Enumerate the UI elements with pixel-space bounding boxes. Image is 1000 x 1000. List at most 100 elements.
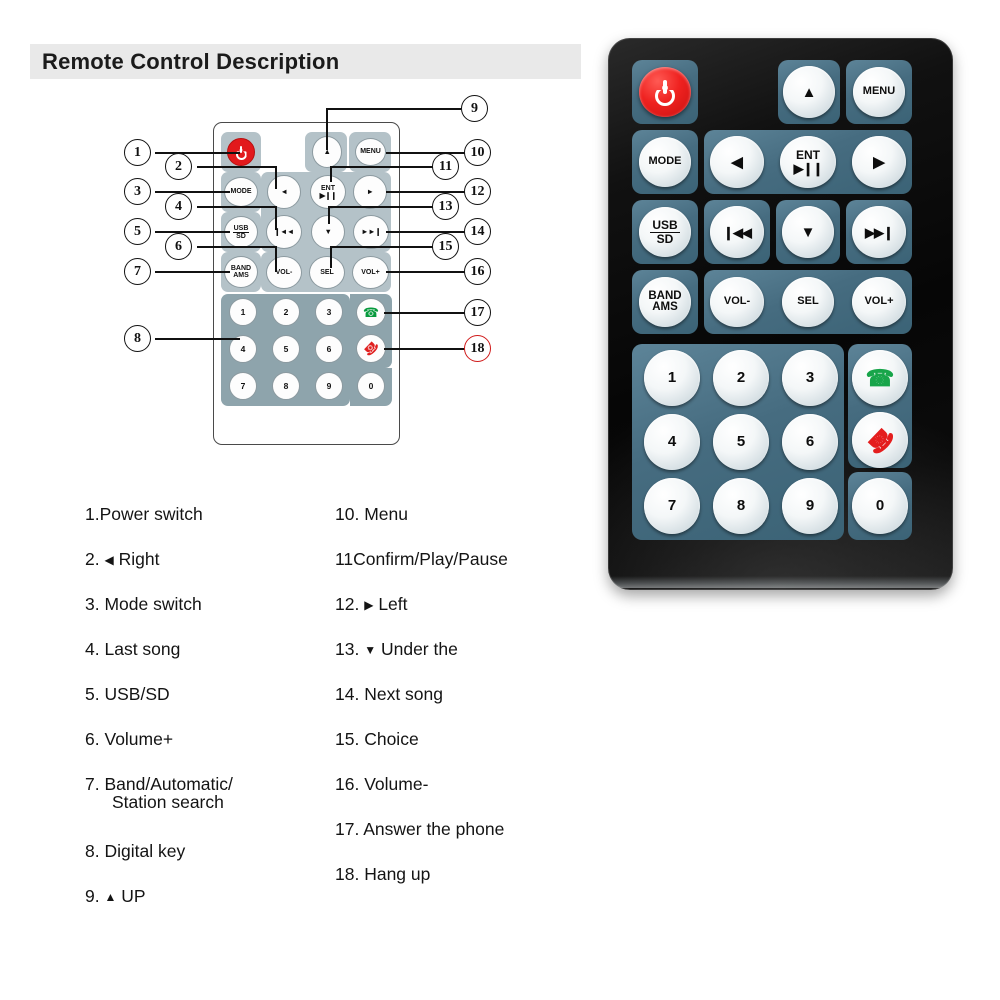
callout-8[interactable]: 8 <box>124 325 151 352</box>
photo-key-0-label: 0 <box>875 497 885 515</box>
photo-key-3[interactable]: 3 <box>782 350 838 406</box>
legend-item-2-num: 2. <box>85 549 100 569</box>
legend-item-16-text: Volume- <box>364 774 429 794</box>
legend-item-14-text: Next song <box>364 684 443 704</box>
diagram-button-answer[interactable]: ☎ <box>356 298 386 327</box>
legend-item-1-text: Power switch <box>99 504 203 524</box>
triangle-up-icon: ▲ <box>801 83 817 101</box>
diagram-button-bandams-label: BAND AMS <box>231 265 251 279</box>
diagram-key-3[interactable]: 3 <box>315 298 343 326</box>
photo-button-up[interactable]: ▲ <box>783 66 835 118</box>
diagram-key-8[interactable]: 8 <box>272 372 300 400</box>
diagram-button-hangup[interactable]: ☎ <box>356 334 386 363</box>
diagram-button-left[interactable]: ◄ <box>267 175 301 209</box>
callout-18[interactable]: 18 <box>464 335 491 362</box>
legend-item-11: 11Confirm/Play/Pause <box>335 550 600 595</box>
photo-key-1[interactable]: 1 <box>644 350 700 406</box>
diagram-button-right[interactable]: ► <box>353 175 387 209</box>
callout-2[interactable]: 2 <box>165 153 192 180</box>
diagram-button-prev[interactable]: ❙◄◄ <box>266 215 302 249</box>
leader-line-11a <box>330 166 445 168</box>
diagram-button-menu[interactable]: MENU <box>355 138 386 166</box>
leader-line-14 <box>386 231 466 233</box>
callout-12[interactable]: 12 <box>464 178 491 205</box>
leader-line-16 <box>386 271 466 273</box>
diagram-key-7[interactable]: 7 <box>229 372 257 400</box>
callout-3[interactable]: 3 <box>124 178 151 205</box>
legend-item-15-text: Choice <box>364 729 419 749</box>
diagram-button-vol-up[interactable]: VOL+ <box>352 256 389 289</box>
photo-button-next[interactable]: ▶▶❙ <box>852 206 906 258</box>
diagram-button-vol-down-label: VOL- <box>275 268 293 276</box>
legend-column-right: 10. Menu 11Confirm/Play/Pause 12. ▶ Left… <box>335 505 600 910</box>
photo-button-power[interactable] <box>639 67 691 117</box>
ams-text: AMS <box>652 301 678 313</box>
diagram-button-next[interactable]: ►►❙ <box>353 215 389 249</box>
legend-item-17-num: 17. <box>335 819 360 839</box>
legend-item-3-num: 3. <box>85 594 100 614</box>
callout-9[interactable]: 9 <box>461 95 488 122</box>
diagram-key-2[interactable]: 2 <box>272 298 300 326</box>
usb-text: USB <box>650 218 680 233</box>
callout-10[interactable]: 10 <box>464 139 491 166</box>
leader-line-11b <box>330 166 332 182</box>
triangle-down-icon: ▼ <box>324 227 332 237</box>
diagram-key-0[interactable]: 0 <box>357 372 385 400</box>
callout-11[interactable]: 11 <box>432 153 459 180</box>
legend-item-18-num: 18. <box>335 864 360 884</box>
photo-key-6[interactable]: 6 <box>782 414 838 470</box>
legend-item-1: 1.Power switch <box>85 505 335 550</box>
leader-line-6a <box>197 246 277 248</box>
photo-key-4[interactable]: 4 <box>644 414 700 470</box>
callout-5[interactable]: 5 <box>124 218 151 245</box>
callout-6[interactable]: 6 <box>165 233 192 260</box>
photo-button-right[interactable]: ▶ <box>852 136 906 188</box>
photo-button-bandams[interactable]: BAND AMS <box>639 277 691 327</box>
triangle-up-icon: ▲ <box>104 890 117 904</box>
photo-button-usbsd[interactable]: USB SD <box>639 207 691 257</box>
callout-15[interactable]: 15 <box>432 233 459 260</box>
photo-key-5[interactable]: 5 <box>713 414 769 470</box>
diagram-button-ent[interactable]: ENT ▶❙❙ <box>310 175 346 209</box>
photo-button-vol-up[interactable]: VOL+ <box>852 277 906 327</box>
photo-key-0[interactable]: 0 <box>852 478 908 534</box>
leader-line-9b <box>326 108 328 150</box>
callout-16[interactable]: 16 <box>464 258 491 285</box>
photo-button-menu[interactable]: MENU <box>853 67 905 117</box>
diagram-button-vol-down[interactable]: VOL- <box>266 256 302 289</box>
photo-button-hangup[interactable]: ☎ <box>852 412 908 468</box>
callout-14[interactable]: 14 <box>464 218 491 245</box>
callout-17[interactable]: 17 <box>464 299 491 326</box>
callout-7[interactable]: 7 <box>124 258 151 285</box>
diagram-key-6-label: 6 <box>326 343 332 354</box>
callout-13[interactable]: 13 <box>432 193 459 220</box>
photo-key-8[interactable]: 8 <box>713 478 769 534</box>
photo-key-9[interactable]: 9 <box>782 478 838 534</box>
photo-button-vol-down[interactable]: VOL- <box>710 277 764 327</box>
hang-up-icon: ☎ <box>359 337 383 360</box>
photo-key-2[interactable]: 2 <box>713 350 769 406</box>
legend: 1.Power switch 2. ◀ Right 3. Mode switch… <box>0 505 600 935</box>
photo-button-sel[interactable]: SEL <box>782 277 834 327</box>
callout-1[interactable]: 1 <box>124 139 151 166</box>
legend-item-12-text: Left <box>378 594 408 614</box>
callout-4[interactable]: 4 <box>165 193 192 220</box>
photo-key-7[interactable]: 7 <box>644 478 700 534</box>
leader-line-2b <box>275 166 277 189</box>
photo-button-prev[interactable]: ❙◀◀ <box>710 206 764 258</box>
diagram-key-3-label: 3 <box>326 306 332 317</box>
photo-button-ent[interactable]: ENT ▶❙❙ <box>780 136 836 188</box>
photo-button-left[interactable]: ◀ <box>710 136 764 188</box>
diagram-button-sel[interactable]: SEL <box>309 256 345 289</box>
diagram-key-9[interactable]: 9 <box>315 372 343 400</box>
diagram-key-6[interactable]: 6 <box>315 335 343 363</box>
photo-button-answer[interactable]: ☎ <box>852 350 908 406</box>
legend-item-11-text: Confirm/Play/Pause <box>353 549 508 569</box>
photo-button-down[interactable]: ▼ <box>782 206 834 258</box>
photo-key-6-label: 6 <box>805 433 815 451</box>
legend-item-13-num: 13. <box>335 639 360 659</box>
photo-button-mode[interactable]: MODE <box>639 137 691 187</box>
leader-line-12 <box>386 191 466 193</box>
diagram-key-1[interactable]: 1 <box>229 298 257 326</box>
diagram-key-5[interactable]: 5 <box>272 335 300 363</box>
